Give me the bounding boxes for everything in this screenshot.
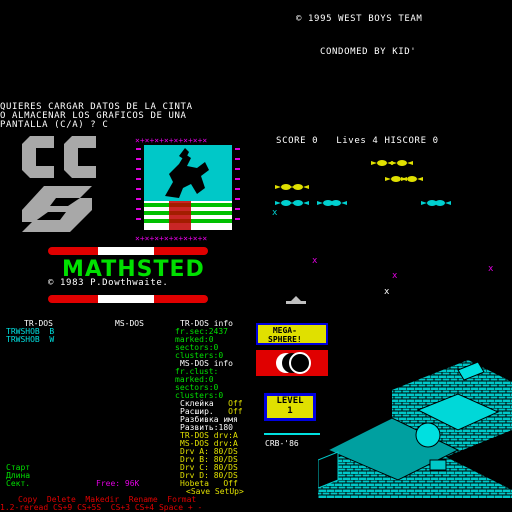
label-sector: Сект.: [6, 479, 31, 488]
svg-text:×+×+×+×+×+×+×+×: ×+×+×+×+×+×+×+×: [135, 234, 207, 242]
score-value: 0: [312, 136, 319, 146]
svg-text:x: x: [312, 256, 318, 266]
crb-credit: CRB-'86: [265, 439, 299, 448]
mathsted-top-bar-white: [98, 247, 154, 255]
crb-bar: [264, 433, 320, 435]
svg-text:x: x: [384, 287, 390, 297]
free-space: Free: 96K: [96, 479, 140, 488]
condomed-text: CONDOMED BY KID': [320, 47, 417, 57]
col-header-msdos: MS-DOS: [115, 319, 144, 328]
file-entry[interactable]: TRWSHOB W: [6, 336, 54, 344]
horse-rider-picture: ×+×+×+×+×+×+×+× ×+×+×+×+×+×+×+×: [135, 136, 241, 242]
cs-logo: [22, 136, 96, 232]
hiscore-value: 0: [432, 136, 439, 146]
level-indicator: LEVEL 1: [264, 393, 316, 421]
copyright-text: © 1995 WEST BOYS TEAM: [296, 14, 423, 24]
mathsted-bottom-bar-white: [98, 295, 154, 303]
mathsted-credit: © 1983 P.Dowthwaite.: [48, 278, 169, 288]
svg-text:×+×+×+×+×+×+×+×: ×+×+×+×+×+×+×+×: [135, 136, 207, 145]
svg-text:x: x: [488, 264, 494, 274]
hiscore-label: HISCORE: [384, 136, 427, 146]
player-ship: [286, 296, 306, 304]
level-value: 1: [287, 406, 293, 416]
cyan-invaders: [275, 200, 451, 206]
score-label: SCORE: [276, 136, 307, 146]
lives-value: 4: [372, 136, 379, 146]
bottom-keys: 1.2-reread CS+9 CS+5S CS+3 CS+4 Space + …: [0, 503, 203, 512]
prompt-line-3: PANTALLA (C/A) ? C: [0, 120, 109, 130]
svg-text:x: x: [392, 271, 398, 281]
enemy-formation: x x x x x: [272, 160, 494, 304]
yellow-invaders: [275, 160, 423, 190]
lives-label: Lives: [336, 136, 367, 146]
score-bar: SCORE 0 Lives 4 HISCORE 0: [264, 128, 439, 146]
mega-sphere-logo: MEGA- SPHERE!: [256, 323, 328, 345]
level-label: LEVEL: [276, 396, 304, 406]
mega-sphere-text: MEGA- SPHERE!: [268, 326, 302, 344]
isometric-scene: [318, 360, 512, 498]
svg-text:x: x: [272, 208, 278, 218]
